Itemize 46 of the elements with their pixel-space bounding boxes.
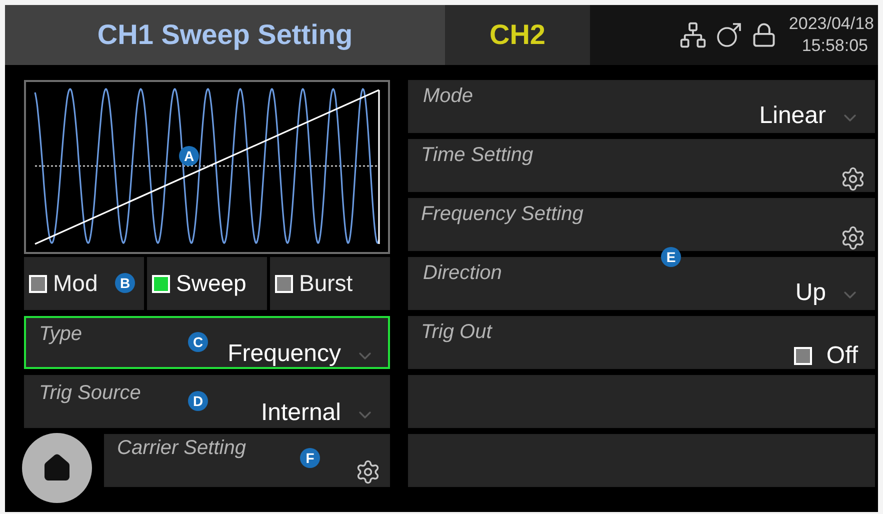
checkbox[interactable] [794,347,812,365]
settings-icon [355,459,381,485]
field-label: Type [39,324,82,344]
callout-badge: A [179,146,199,166]
field-value: Off [826,344,858,368]
callout-badge: B [115,273,135,293]
dropdown-field[interactable]: Mode Linear [408,80,875,133]
field-label: Mode [423,86,474,106]
checkbox[interactable] [275,274,293,292]
settings-row[interactable]: Frequency Setting [408,198,875,251]
settings-row[interactable]: Time Setting [408,139,875,192]
field-value: Frequency [228,342,341,366]
home-icon [42,453,72,483]
callout-badge: C [188,332,208,352]
dropdown-field[interactable]: Trig Source D Internal [24,375,390,428]
settings-icon [840,166,866,192]
field-value: Linear [759,104,826,128]
field-label: Frequency Setting [421,204,584,224]
checkbox[interactable] [152,274,170,292]
date-text: 2023/04/18 [788,13,874,35]
field-label: Trig Source [39,383,141,403]
field-label: Time Setting [421,145,534,165]
settings-row[interactable]: Carrier Setting F [104,434,390,487]
network-icon [678,21,707,49]
field-value: Up [795,281,826,305]
toggle-row[interactable]: Trig Out Off [408,316,875,369]
checkbox[interactable] [29,274,47,292]
callout-badge: F [300,448,320,468]
settings-icon [840,225,866,251]
page-title: CH1 Sweep Setting [97,18,353,52]
mode-tab[interactable]: Burst [270,257,390,310]
field-value: Internal [260,401,341,425]
field-label: Carrier Setting [117,438,246,458]
dropdown-field[interactable]: Type C Frequency [24,316,390,369]
mode-tab[interactable]: Sweep [147,257,267,310]
time-text: 15:58:05 [802,35,869,57]
field-label: Direction [423,263,502,283]
tab-label: Mod [53,272,98,295]
callout-badge: D [188,391,208,411]
circle-arrow-icon [714,21,743,49]
tab-label: Sweep [176,272,246,295]
lock-icon [750,22,777,48]
channel-tab[interactable]: CH2 [445,5,590,65]
field-label: Trig Out [421,322,492,342]
mode-tab[interactable]: Mod B [24,257,144,310]
tab-label: Burst [299,272,353,295]
